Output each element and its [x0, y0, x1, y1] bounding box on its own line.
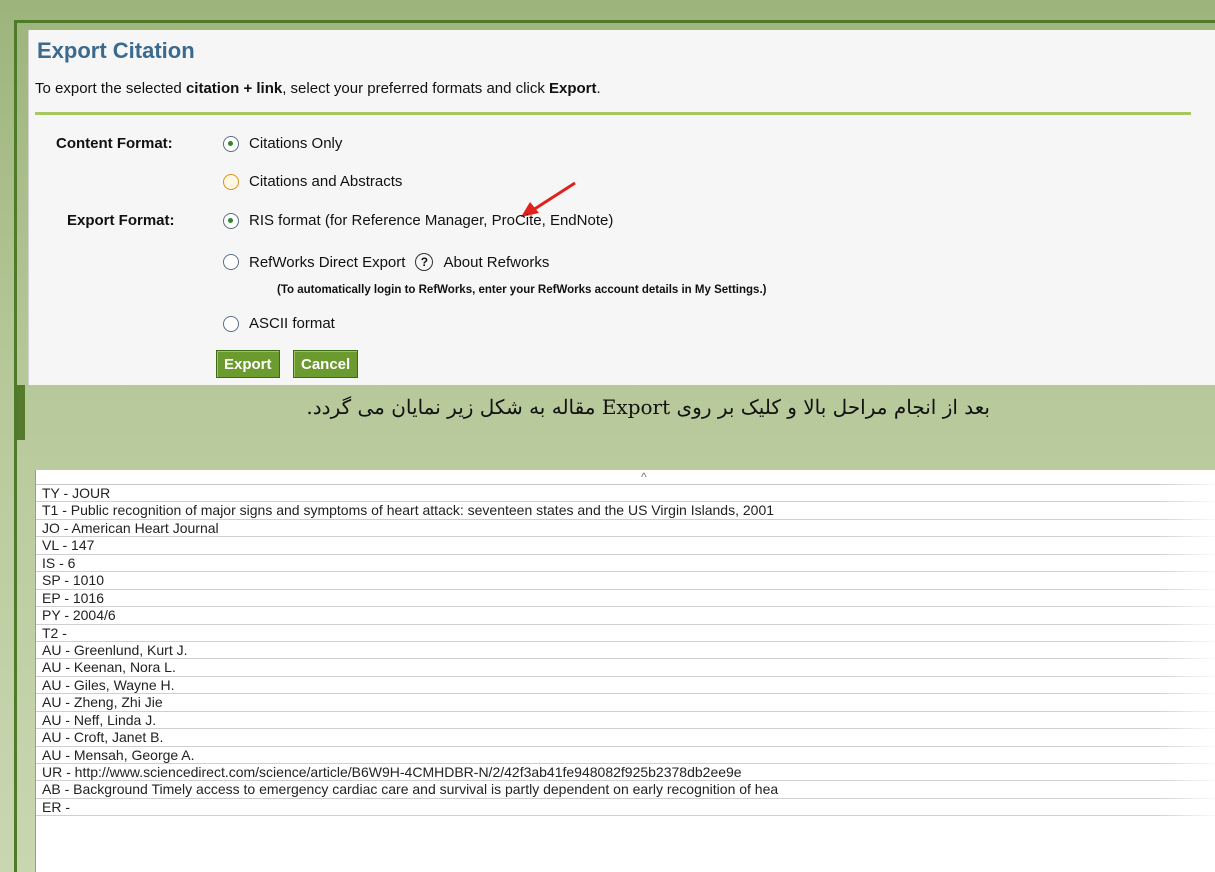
- ris-line: AU - Keenan, Nora L.: [36, 659, 1215, 677]
- ris-line: AU - Neff, Linda J.: [36, 712, 1215, 730]
- radio-label: ASCII format: [249, 315, 335, 332]
- radio-label: RefWorks Direct Export: [249, 253, 406, 271]
- export-button[interactable]: Export: [216, 350, 280, 378]
- radio-unchecked-icon[interactable]: [223, 315, 239, 332]
- radio-ris-format[interactable]: RIS format (for Reference Manager, ProCi…: [223, 212, 613, 229]
- ris-line: AU - Zheng, Zhi Jie: [36, 694, 1215, 712]
- divider: [35, 112, 1191, 115]
- export-instructions: To export the selected citation + link, …: [35, 80, 601, 97]
- intro-text-1: To export the selected: [35, 80, 186, 97]
- ris-line: SP - 1010: [36, 572, 1215, 590]
- ris-line: T2 -: [36, 625, 1215, 642]
- content-format-label: Content Format:: [56, 135, 173, 152]
- ris-line: ER -: [36, 799, 1215, 817]
- ris-line: T1 - Public recognition of major signs a…: [36, 502, 1215, 520]
- cancel-button[interactable]: Cancel: [293, 350, 359, 378]
- ris-line: AU - Greenlund, Kurt J.: [36, 642, 1215, 660]
- radio-label: Citations and Abstracts: [249, 173, 403, 190]
- page-title: Export Citation: [37, 38, 195, 63]
- ris-line: UR - http://www.sciencedirect.com/scienc…: [36, 764, 1215, 782]
- ris-line: AU - Croft, Janet B.: [36, 729, 1215, 747]
- ris-output-panel: ^ TY - JOUR T1 - Public recognition of ma…: [35, 470, 1215, 872]
- radio-label: RIS format (for Reference Manager, ProCi…: [249, 212, 614, 229]
- intro-bold-1: citation + link: [185, 80, 283, 97]
- ris-line: AU - Mensah, George A.: [36, 747, 1215, 764]
- ris-line: AB - Background Timely access to emergen…: [36, 781, 1215, 799]
- caret-up-icon[interactable]: ^: [641, 470, 647, 484]
- radio-checked-icon[interactable]: [223, 135, 239, 152]
- ris-lines: TY - JOUR T1 - Public recognition of majo…: [36, 485, 1215, 817]
- radio-checked-icon[interactable]: [223, 212, 239, 229]
- ris-line: IS - 6: [36, 555, 1215, 573]
- ris-line: EP - 1016: [36, 590, 1215, 608]
- radio-label: Citations Only: [249, 135, 343, 152]
- intro-text-2: , select your preferred formats and clic…: [282, 80, 549, 97]
- ris-line: VL - 147: [36, 537, 1215, 555]
- ris-line: JO - American Heart Journal: [36, 520, 1215, 538]
- radio-unchecked-icon[interactable]: [223, 173, 239, 190]
- ris-line: AU - Giles, Wayne H.: [36, 677, 1215, 695]
- export-citation-panel: Export Citation To export the selected c…: [28, 30, 1215, 385]
- radio-ascii-format[interactable]: ASCII format: [223, 315, 335, 332]
- radio-citations-and-abstracts[interactable]: Citations and Abstracts: [223, 173, 402, 190]
- about-refworks-link[interactable]: About Refworks: [443, 254, 549, 271]
- ris-line: TY - JOUR: [36, 485, 1215, 503]
- radio-unchecked-icon[interactable]: [223, 254, 239, 270]
- radio-citations-only[interactable]: Citations Only: [223, 135, 342, 152]
- export-format-label: Export Format:: [67, 212, 175, 229]
- intro-bold-2: Export: [549, 80, 597, 97]
- refworks-note: (To automatically login to RefWorks, ent…: [277, 284, 767, 296]
- ris-line: PY - 2004/6: [36, 607, 1215, 625]
- intro-text-3: .: [596, 80, 601, 97]
- decorative-bar: [17, 385, 25, 440]
- persian-caption: بعد از انجام مراحل بالا و کلیک بر روی Ex…: [306, 395, 990, 419]
- ris-header-bar: ^: [36, 470, 1215, 485]
- radio-refworks-direct-export[interactable]: RefWorks Direct Export ? About Refworks: [223, 253, 549, 271]
- question-icon[interactable]: ?: [415, 253, 434, 271]
